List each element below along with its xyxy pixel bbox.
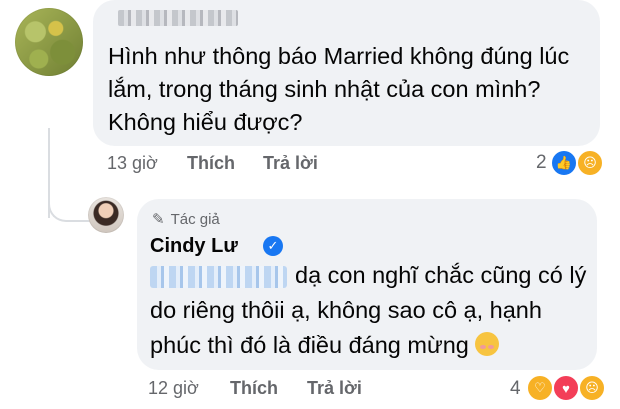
comment-text: Hình như thông báo Married không đúng lú… bbox=[108, 43, 570, 135]
author-avatar[interactable] bbox=[88, 197, 124, 233]
reaction-count[interactable]: 4 bbox=[510, 378, 521, 400]
sad-icon: ☹ bbox=[578, 374, 606, 402]
author-name[interactable]: Cindy Lư bbox=[150, 234, 238, 258]
reply-text: dạ con nghĩ chắc cũng có lý do riêng thô… bbox=[150, 258, 590, 363]
reply-timestamp[interactable]: 12 giờ bbox=[148, 377, 199, 399]
reaction-count[interactable]: 2 bbox=[536, 152, 547, 174]
pencil-icon: ✎ bbox=[152, 211, 165, 228]
author-badge-label: Tác giả bbox=[170, 211, 220, 228]
comment-timestamp[interactable]: 13 giờ bbox=[107, 152, 158, 174]
like-button[interactable]: Thích bbox=[187, 152, 235, 174]
reply-button[interactable]: Trả lời bbox=[307, 377, 362, 399]
like-icon: 👍 bbox=[550, 149, 578, 177]
care-icon: ♡ bbox=[526, 374, 554, 402]
like-button[interactable]: Thích bbox=[230, 377, 278, 399]
smiling-face-icon bbox=[474, 332, 499, 356]
love-icon: ♥ bbox=[552, 374, 580, 402]
author-badge: ✎ Tác giả bbox=[152, 211, 220, 229]
thread-connector-curve bbox=[48, 180, 90, 222]
commenter-avatar[interactable] bbox=[15, 8, 83, 76]
commenter-name-blurred[interactable] bbox=[118, 10, 238, 26]
verified-badge-icon: ✓ bbox=[263, 236, 283, 256]
reply-button[interactable]: Trả lời bbox=[263, 152, 318, 174]
reply-text-content: dạ con nghĩ chắc cũng có lý do riêng thô… bbox=[150, 262, 587, 358]
sad-icon: ☹ bbox=[576, 149, 604, 177]
